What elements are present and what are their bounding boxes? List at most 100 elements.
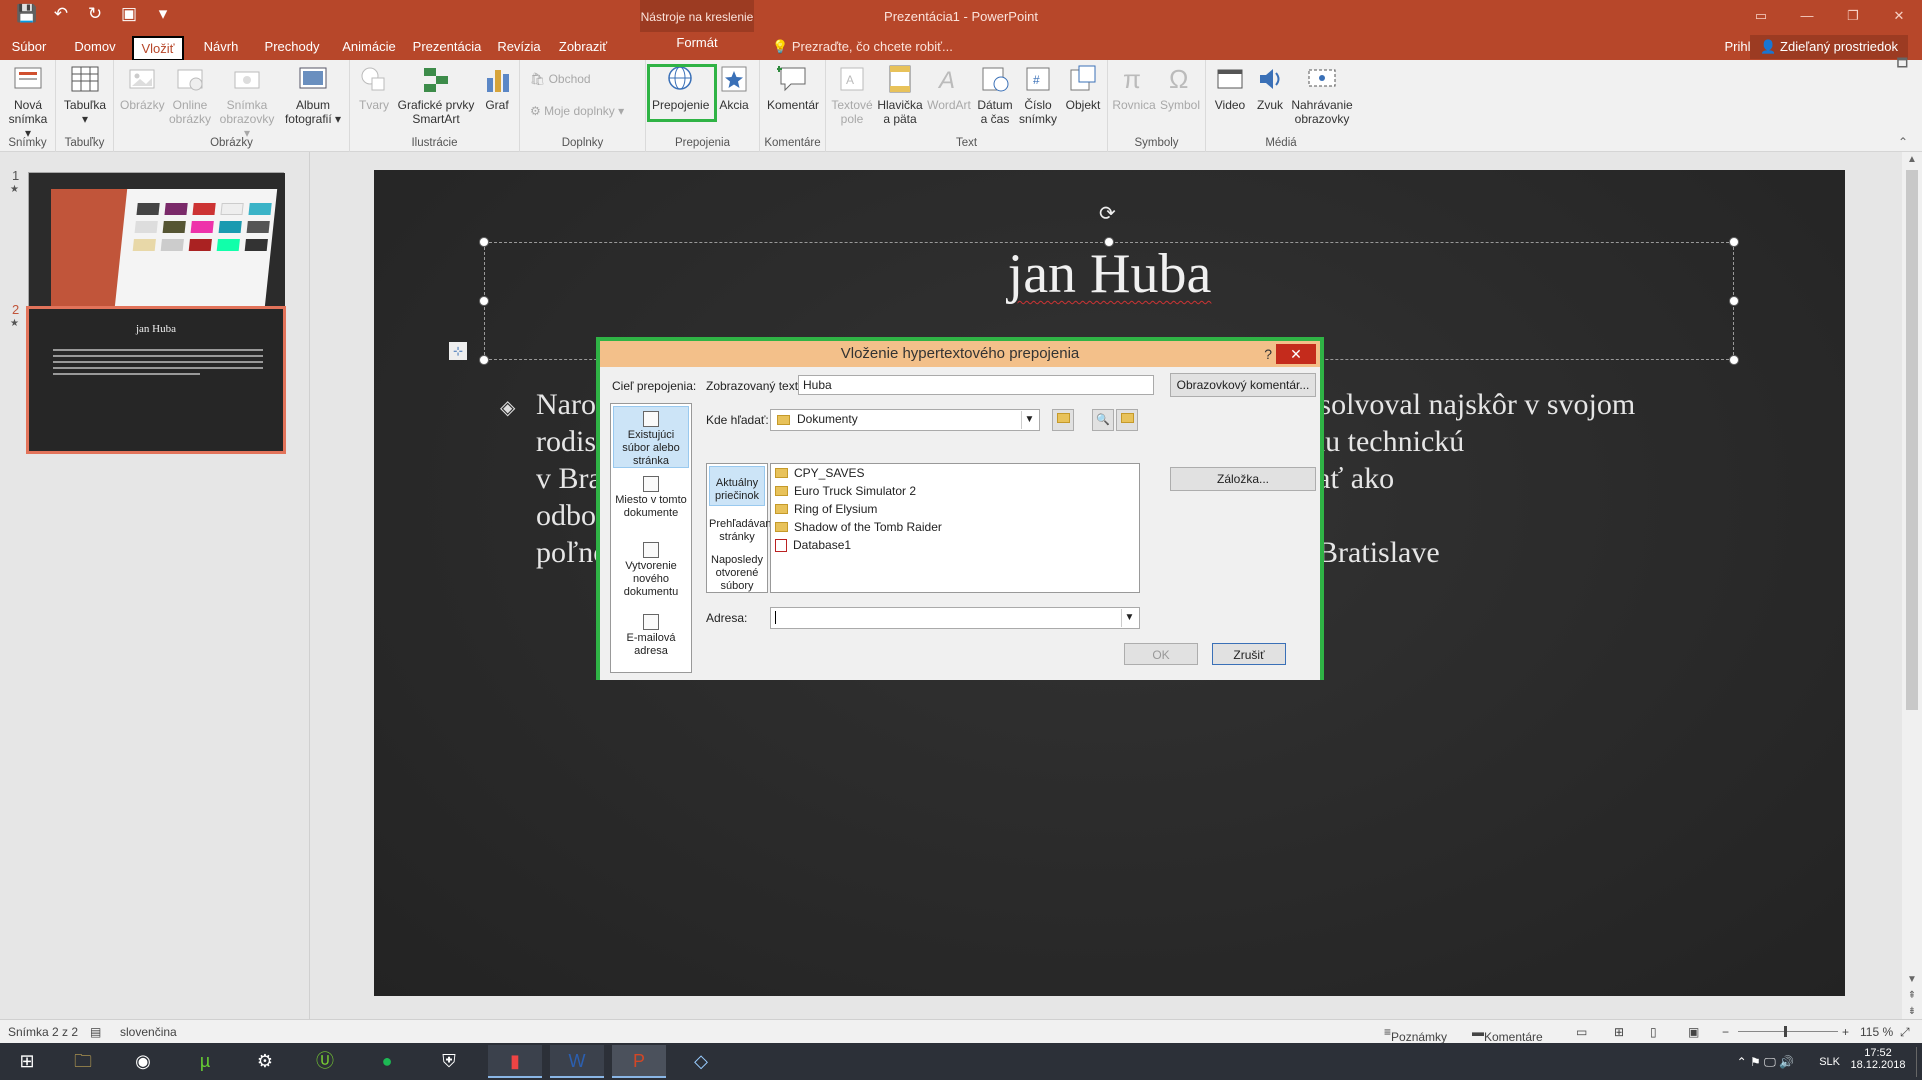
date-time-button[interactable]: Dátum a čas [974,64,1016,126]
layout-options-icon[interactable]: ⊹ [449,342,467,360]
redo-icon[interactable]: ↻ [82,4,108,24]
dialog-titlebar[interactable]: Vloženie hypertextového prepojenia ? ✕ [600,341,1320,367]
notes-app-icon[interactable]: ◇ [674,1045,728,1078]
dialog-close-button[interactable]: ✕ [1276,344,1316,364]
audio-button[interactable]: Zvuk [1252,64,1288,112]
browse-web-button[interactable]: 🔍 [1092,409,1114,431]
comment-button[interactable]: Komentár [764,64,822,112]
tab-view[interactable]: Zobraziť [556,36,610,61]
spell-check-icon[interactable]: ▤ [90,1025,101,1039]
tab-home[interactable]: Domov [70,36,120,61]
wordart-button[interactable]: A WordArt [926,64,972,112]
browsed-pages-option[interactable]: Prehľadávané stránky [709,512,778,548]
security-app-icon[interactable]: ⛨ [422,1045,476,1078]
chevron-down-icon[interactable]: ▼ [1121,609,1137,627]
browse-file-button[interactable] [1116,409,1138,431]
next-slide-icon[interactable]: ⇟ [1902,1006,1922,1017]
minimize-button[interactable]: — [1784,0,1830,32]
display-text-input[interactable]: Huba [798,375,1154,395]
resize-handle[interactable] [479,355,489,365]
address-input[interactable]: ▼ [770,607,1140,629]
slide-thumbnail-2[interactable]: jan Huba [26,306,286,454]
equation-button[interactable]: π Rovnica [1112,64,1156,112]
symbol-button[interactable]: Ω Symbol [1158,64,1202,112]
action-button[interactable]: Akcia [714,64,754,112]
office-app-icon[interactable]: ▮ [488,1045,542,1078]
object-button[interactable]: Objekt [1062,64,1104,112]
chevron-down-icon[interactable]: ▼ [1021,411,1037,429]
file-explorer-icon[interactable]: 🗀 [56,1045,110,1078]
tab-animations[interactable]: Animácie [340,36,398,61]
tab-review[interactable]: Revízia [496,36,542,61]
close-button[interactable]: ✕ [1876,0,1922,32]
file-item[interactable]: Database1 [775,538,851,552]
file-list[interactable]: CPY_SAVES Euro Truck Simulator 2 Ring of… [770,463,1140,593]
new-slide-button[interactable]: Nová snímka ▾ [6,64,50,140]
tab-slideshow[interactable]: Prezentácia [412,36,482,61]
file-item[interactable]: Euro Truck Simulator 2 [775,484,916,498]
share-button[interactable]: 👤 Zdieľaný prostriedok [1750,35,1908,59]
scroll-thumb[interactable] [1906,170,1918,710]
tab-format[interactable]: Formát [644,32,750,53]
current-folder-option[interactable]: Aktuálny priečinok [709,466,765,506]
bookmark-button[interactable]: Záložka... [1170,467,1316,491]
up-folder-button[interactable] [1052,409,1074,431]
resize-handle[interactable] [1729,355,1739,365]
video-button[interactable]: Video [1210,64,1250,112]
file-item[interactable]: Ring of Elysium [775,502,877,516]
reading-view-icon[interactable]: ▯ [1650,1025,1657,1039]
clock[interactable]: 17:52 18.12.2018 [1850,1047,1906,1071]
store-button[interactable]: 🛍 Obchod [530,72,640,86]
steam-icon[interactable]: ⚙ [238,1045,292,1078]
zoom-slider-thumb[interactable] [1784,1026,1787,1037]
collapse-ribbon-icon[interactable]: ⌃ [1898,135,1908,149]
online-pictures-button[interactable]: Online obrázky [166,64,214,126]
chrome-icon[interactable]: ◉ [116,1045,170,1078]
cancel-button[interactable]: Zrušiť [1212,643,1286,665]
normal-view-icon[interactable]: ▭ [1576,1025,1587,1039]
maximize-button[interactable]: ❐ [1830,0,1876,32]
customize-qat-icon[interactable]: ▾ [150,4,176,24]
start-slideshow-icon[interactable]: ▣ [116,4,142,24]
text-box-button[interactable]: A Textové pole [830,64,874,126]
help-icon[interactable]: ? [1264,341,1272,367]
recent-files-option[interactable]: Naposledy otvorené súbory [709,550,765,592]
undo-icon[interactable]: ↶ [48,4,74,24]
table-button[interactable]: Tabuľka ▾ [62,64,108,126]
scroll-up-icon[interactable]: ▲ [1902,154,1922,165]
shapes-button[interactable]: Tvary [354,64,394,112]
language-indicator[interactable]: slovenčina [120,1025,177,1039]
notes-toggle[interactable]: ≡ Poznámky [1384,1025,1447,1044]
ribbon-display-icon[interactable]: 🗖 [1897,54,1908,75]
screenshot-button[interactable]: Snímka obrazovky ▾ [218,64,276,140]
utorrent-icon[interactable]: µ [178,1045,232,1078]
zoom-in-icon[interactable]: + [1842,1025,1849,1039]
chart-button[interactable]: Graf [478,64,516,112]
word-icon[interactable]: W [550,1045,604,1078]
slide-thumbnail-1[interactable] [28,172,285,317]
tab-transitions[interactable]: Prechody [262,36,322,61]
screen-recording-button[interactable]: Nahrávanie obrazovky [1290,64,1354,126]
show-desktop-button[interactable] [1916,1047,1920,1077]
uplay-icon[interactable]: Ⓤ [298,1045,352,1078]
link-create-new-document[interactable]: Vytvorenie nového dokumentu [613,538,689,600]
slide-sorter-icon[interactable]: ⊞ [1614,1025,1624,1039]
my-addins-button[interactable]: ⚙ Moje doplnky ▾ [530,104,640,118]
tab-file[interactable]: Súbor [6,36,52,61]
previous-slide-icon[interactable]: ⇞ [1902,990,1922,1001]
zoom-out-icon[interactable]: − [1722,1025,1729,1039]
pictures-button[interactable]: Obrázky [120,64,165,112]
slide-title[interactable]: jan Huba [374,242,1845,306]
zoom-level[interactable]: 115 % [1860,1025,1893,1039]
save-icon[interactable]: 💾 [14,4,40,24]
screentip-button[interactable]: Obrazovkový komentár... [1170,373,1316,397]
ribbon-display-options-icon[interactable]: ▭ [1738,0,1784,32]
look-in-dropdown[interactable]: Dokumenty ▼ [770,409,1040,431]
tab-design[interactable]: Návrh [198,36,244,61]
link-place-in-document[interactable]: Miesto v tomto dokumente [613,472,689,534]
rotate-handle-icon[interactable]: ⟳ [1099,201,1116,226]
file-item[interactable]: Shadow of the Tomb Raider [775,520,942,534]
start-button-windows-icon[interactable]: ⊞ [0,1045,54,1078]
spotify-icon[interactable]: ● [360,1045,414,1078]
file-item[interactable]: CPY_SAVES [775,466,864,480]
